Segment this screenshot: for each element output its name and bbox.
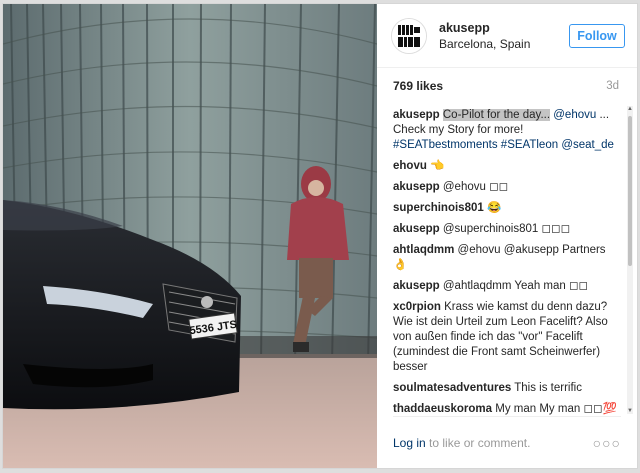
- caption-highlight: Co-Pilot for the day...: [442, 109, 551, 121]
- comment-user[interactable]: xc0rpion: [393, 301, 441, 313]
- comment-item: soulmatesadventures This is terrific: [393, 381, 619, 396]
- post-header: akusepp Barcelona, Spain Follow: [377, 4, 637, 68]
- comment-item: akusepp @superchinois801 ◻◻◻: [393, 222, 619, 237]
- avatar-logo-icon: [392, 18, 426, 53]
- comment-user[interactable]: ahtlaqdmm: [393, 244, 454, 256]
- photo-scene: 5536 JTS: [3, 4, 377, 468]
- mention-link[interactable]: @ehovu: [553, 109, 596, 121]
- comment-item: xc0rpion Krass wie kamst du denn dazu? W…: [393, 300, 619, 375]
- user-info: akusepp Barcelona, Spain: [439, 20, 569, 52]
- post-photo[interactable]: 5536 JTS: [3, 4, 377, 468]
- comment-item: superchinois801 😂: [393, 201, 619, 216]
- login-link[interactable]: Log in: [393, 436, 426, 450]
- comment-user[interactable]: akusepp: [393, 181, 440, 193]
- comment-item: thaddaeuskoroma My man My man ◻◻💯 @akuse…: [393, 402, 619, 417]
- post-footer: Log in to like or comment. ○○○: [393, 416, 621, 468]
- comment-user[interactable]: akusepp: [393, 280, 440, 292]
- comment-user[interactable]: ehovu: [393, 160, 427, 172]
- comment-item: akusepp @ahtlaqdmm Yeah man ◻◻: [393, 279, 619, 294]
- comment-user[interactable]: superchinois801: [393, 202, 484, 214]
- scroll-down-arrow-icon[interactable]: ▼: [627, 408, 633, 414]
- comments-list[interactable]: akusepp Co-Pilot for the day... @ehovu .…: [377, 104, 637, 417]
- comment-text: @ahtlaqdmm Yeah man ◻◻: [442, 280, 589, 292]
- post-time[interactable]: 3d: [606, 80, 619, 92]
- avatar[interactable]: [391, 17, 427, 54]
- more-options-icon[interactable]: ○○○: [593, 435, 621, 451]
- post-meta: 769 likes 3d: [377, 68, 637, 104]
- login-prompt-text: to like or comment.: [425, 435, 531, 450]
- comment-text: 😂: [486, 202, 502, 214]
- scroll-up-arrow-icon[interactable]: ▲: [627, 106, 633, 112]
- author-username[interactable]: akusepp: [439, 20, 569, 36]
- hashtag-links[interactable]: #SEATbestmoments #SEATleon: [393, 139, 558, 151]
- comment-user[interactable]: akusepp: [393, 223, 440, 235]
- comments-scrollbar[interactable]: ▲ ▼: [627, 106, 633, 414]
- likes-count[interactable]: 769 likes: [393, 79, 443, 93]
- comment-user[interactable]: soulmatesadventures: [393, 382, 511, 394]
- comment-item: ahtlaqdmm @ehovu @akusepp Partners 👌: [393, 243, 619, 273]
- comment-user[interactable]: akusepp: [393, 109, 440, 121]
- post-side-panel: akusepp Barcelona, Spain Follow 769 like…: [377, 4, 637, 468]
- location-link[interactable]: Barcelona, Spain: [439, 36, 569, 52]
- comment-item: ehovu 👈: [393, 159, 619, 174]
- scrollbar-thumb[interactable]: [628, 116, 632, 266]
- login-prompt: Log in to like or comment.: [393, 436, 530, 450]
- comment-text: 👈: [430, 160, 445, 172]
- caption: akusepp Co-Pilot for the day... @ehovu .…: [393, 108, 619, 153]
- follow-button[interactable]: Follow: [569, 23, 625, 48]
- comment-text: This is terrific: [514, 382, 582, 394]
- comment-text: @ehovu ◻◻: [442, 181, 509, 193]
- comment-text: @superchinois801 ◻◻◻: [442, 223, 571, 235]
- comment-item: akusepp @ehovu ◻◻: [393, 180, 619, 195]
- mention-link[interactable]: @seat_de: [561, 139, 614, 151]
- comment-user[interactable]: thaddaeuskoroma: [393, 403, 492, 415]
- post-dialog: 5536 JTS akusepp Barcelona, Spain Follow…: [2, 3, 638, 469]
